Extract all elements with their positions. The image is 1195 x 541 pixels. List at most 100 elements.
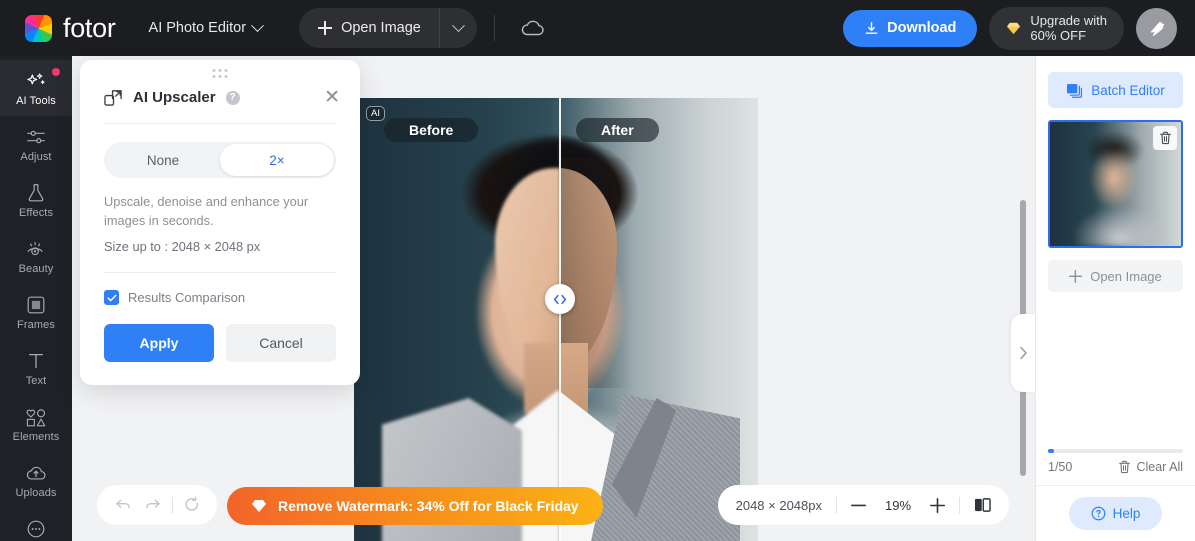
right-open-image-label: Open Image — [1090, 268, 1162, 284]
sidebar-item-more[interactable]: More — [0, 508, 72, 541]
open-image-button[interactable]: Open Image — [299, 8, 439, 48]
plus-icon — [318, 21, 333, 35]
split-view-button[interactable] — [974, 497, 991, 513]
compare-slider-handle[interactable] — [545, 284, 575, 314]
brand-logo[interactable]: fotor — [25, 13, 116, 44]
shapes-icon — [26, 408, 46, 426]
reset-circle-icon[interactable] — [183, 496, 201, 514]
open-image-dropdown-button[interactable] — [438, 8, 477, 48]
fotor-editor-window: fotor AI Photo Editor Open Image Downloa… — [0, 0, 1195, 541]
mode-selector[interactable]: AI Photo Editor — [148, 18, 264, 36]
drag-dots-icon[interactable] — [212, 69, 228, 78]
sidebar-item-text[interactable]: Text — [0, 340, 72, 396]
sidebar-item-ai-tools[interactable]: AI Tools — [0, 60, 72, 116]
compare-slider-icon — [553, 294, 567, 304]
zoom-in-button[interactable] — [930, 497, 945, 513]
help-button[interactable]: Help — [1068, 497, 1163, 530]
sidebar-item-frames[interactable]: Frames — [0, 284, 72, 340]
sidebar-item-uploads[interactable]: Uploads — [0, 452, 72, 508]
panel-actions: Apply Cancel — [104, 324, 336, 362]
open-image-group: Open Image — [299, 8, 477, 48]
cancel-button[interactable]: Cancel — [226, 324, 336, 362]
batch-editor-label: Batch Editor — [1091, 82, 1165, 98]
thumbnail-delete-button[interactable] — [1153, 126, 1177, 150]
plus-icon — [1069, 269, 1083, 283]
help-label: Help — [1112, 506, 1141, 521]
fotor-color-wheel-icon — [25, 14, 52, 42]
zoom-out-button[interactable] — [851, 504, 866, 507]
download-button[interactable]: Download — [843, 9, 978, 47]
mode-label: AI Photo Editor — [148, 20, 247, 36]
promo-label: Remove Watermark: 34% Off for Black Frid… — [278, 498, 579, 514]
top-bar: fotor AI Photo Editor Open Image Downloa… — [0, 0, 1195, 56]
upscale-option-none[interactable]: None — [106, 144, 220, 176]
frame-icon — [27, 296, 45, 313]
toolbar-divider — [959, 496, 960, 514]
upgrade-button[interactable]: Upgrade with 60% OFF — [989, 6, 1124, 50]
thumbnail-scroll-track[interactable] — [1048, 449, 1183, 453]
help-section: Help — [1036, 485, 1195, 541]
clear-all-button[interactable]: Clear All — [1118, 460, 1183, 474]
zoom-level-label: 19% — [884, 497, 912, 513]
sparkle-icon — [27, 72, 45, 84]
left-sidebar: AI Tools Adjust Effects Beauty Frames Te… — [0, 56, 72, 541]
right-panel-status-row: 1/50 Clear All — [1036, 460, 1195, 485]
upscale-icon — [104, 90, 122, 106]
batch-editor-button[interactable]: Batch Editor — [1048, 72, 1183, 108]
right-panel-footer: 1/50 Clear All Help — [1036, 449, 1195, 541]
sidebar-item-effects[interactable]: Effects — [0, 172, 72, 228]
sidebar-item-beauty[interactable]: Beauty — [0, 228, 72, 284]
before-photo — [354, 98, 560, 541]
bird-avatar-icon — [1150, 21, 1165, 36]
toolbar-divider — [171, 496, 173, 514]
sliders-icon — [27, 130, 45, 143]
download-arrow-icon — [865, 21, 878, 34]
image-canvas[interactable]: fotor AI Before After — [354, 98, 758, 541]
top-bar-actions: Download Upgrade with 60% OFF — [843, 6, 1177, 50]
redo-arrow-icon[interactable] — [143, 497, 162, 513]
remove-watermark-promo-button[interactable]: Remove Watermark: 34% Off for Black Frid… — [227, 487, 603, 525]
trash-icon — [1119, 460, 1131, 474]
layers-icon — [1067, 83, 1083, 98]
right-panel-collapse-button[interactable] — [1011, 314, 1035, 392]
right-open-image-button[interactable]: Open Image — [1048, 260, 1183, 292]
sidebar-item-adjust[interactable]: Adjust — [0, 116, 72, 172]
trash-icon — [1159, 131, 1171, 145]
open-image-label: Open Image — [341, 20, 421, 36]
eye-icon — [27, 241, 43, 255]
apply-button[interactable]: Apply — [104, 324, 214, 362]
panel-description: Upscale, denoise and enhance your images… — [104, 194, 309, 228]
sidebar-item-label: Beauty — [18, 262, 54, 275]
close-icon[interactable]: ✕ — [320, 86, 344, 109]
sidebar-item-elements[interactable]: Elements — [0, 396, 72, 452]
image-count-label: 1/50 — [1048, 460, 1073, 474]
question-circle-icon — [1091, 506, 1105, 521]
zoom-toolbar: 2048 × 2048px 19% — [717, 485, 1009, 525]
undo-arrow-icon[interactable] — [114, 497, 133, 513]
upscale-option-2x[interactable]: 2× — [220, 144, 334, 176]
image-thumbnail[interactable] — [1048, 120, 1183, 248]
right-panel: Batch Editor Open Image 1/50 Clear All H… — [1035, 56, 1195, 541]
clear-all-label: Clear All — [1136, 460, 1183, 474]
question-mark-icon[interactable]: ? — [225, 90, 240, 105]
history-toolbar — [97, 485, 217, 525]
ai-upscaler-panel: AI Upscaler ? ✕ None 2× Upscale, denoise… — [80, 60, 360, 385]
panel-size-note: Size up to : 2048 × 2048 px — [104, 239, 261, 254]
thumbnail-scroll-thumb[interactable] — [1048, 449, 1054, 453]
image-dimensions-label: 2048 × 2048px — [735, 497, 822, 513]
cloud-icon[interactable] — [520, 19, 546, 37]
results-comparison-checkbox-row[interactable]: Results Comparison — [104, 290, 336, 305]
toolbar-divider — [836, 496, 837, 514]
results-comparison-checkbox[interactable] — [104, 290, 119, 305]
after-photo — [560, 98, 758, 541]
sidebar-item-label: Elements — [12, 430, 60, 443]
after-image-half — [560, 98, 758, 541]
flask-icon — [28, 183, 44, 201]
avatar[interactable] — [1136, 7, 1177, 49]
upscale-factor-segmented-control: None 2× — [104, 142, 336, 178]
ellipsis-icon — [27, 520, 45, 537]
upgrade-label-line1: Upgrade with — [1030, 13, 1107, 28]
split-view-icon — [974, 498, 991, 512]
diamond-icon — [1007, 22, 1021, 34]
plus-icon — [930, 497, 945, 513]
